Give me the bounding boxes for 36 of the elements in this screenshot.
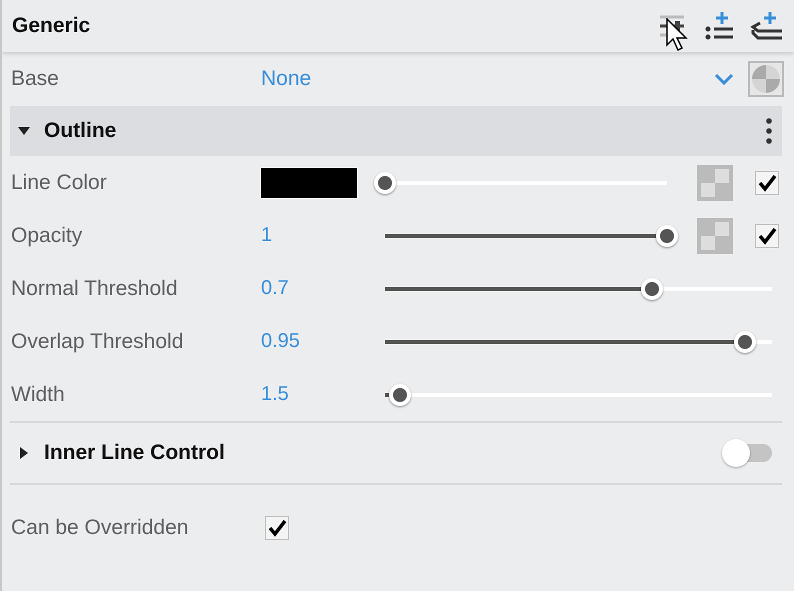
base-value[interactable]: None: [261, 67, 714, 91]
section-header[interactable]: Inner Line Control: [10, 423, 782, 483]
property-label: Normal Threshold: [11, 276, 179, 300]
checker-icon[interactable]: [697, 218, 733, 254]
base-label: Base: [11, 67, 60, 91]
toggle-switch[interactable]: [722, 437, 772, 469]
expand-arrow-icon: [18, 447, 30, 459]
slider-thumb[interactable]: [656, 224, 678, 246]
property-value[interactable]: 1: [261, 224, 272, 247]
property-label: Overlap Threshold: [11, 330, 184, 354]
more-icon[interactable]: [766, 118, 772, 144]
section-title: Inner Line Control: [44, 441, 226, 465]
section-title: Outline: [44, 119, 118, 143]
color-swatch[interactable]: [261, 168, 357, 198]
checkbox[interactable]: [755, 170, 779, 194]
chevron-down-icon[interactable]: [714, 73, 734, 85]
add-layer-icon[interactable]: [750, 11, 784, 41]
property-value[interactable]: 0.95: [261, 330, 300, 353]
property-label: Width: [11, 382, 66, 406]
add-list-icon[interactable]: [704, 11, 734, 41]
checker-icon[interactable]: [697, 164, 733, 200]
slider-thumb[interactable]: [641, 278, 664, 300]
cursor-icon: [666, 18, 688, 52]
property-value[interactable]: 1.5: [261, 383, 289, 406]
property-label: Line Color: [11, 170, 108, 194]
property-value[interactable]: 0.7: [261, 277, 289, 300]
section-header[interactable]: Outline: [10, 106, 782, 156]
slider-thumb[interactable]: [389, 384, 412, 406]
expand-arrow-icon: [18, 125, 30, 137]
checkbox[interactable]: [265, 516, 289, 540]
panel-title: Generic: [12, 14, 92, 38]
slider-thumb[interactable]: [374, 172, 396, 194]
override-label: Can be Overridden: [11, 516, 190, 540]
slider-thumb[interactable]: [734, 330, 756, 352]
property-label: Opacity: [11, 224, 84, 248]
checkbox[interactable]: [755, 224, 779, 248]
